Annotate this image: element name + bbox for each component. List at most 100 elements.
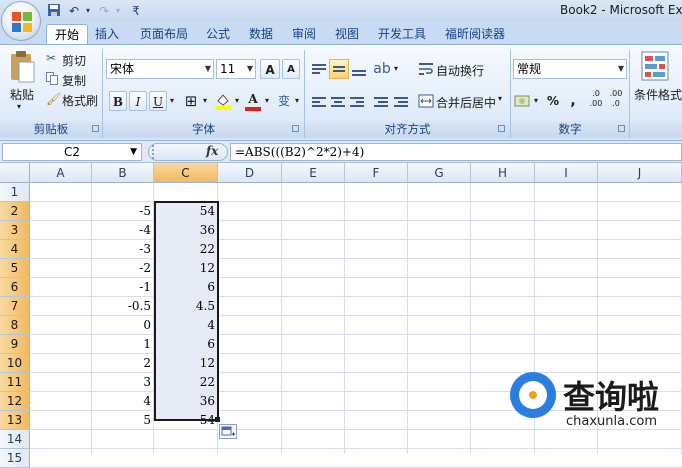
tab-review[interactable]: 审阅 <box>286 24 322 44</box>
column-header-e[interactable]: E <box>282 163 345 183</box>
tab-view[interactable]: 视图 <box>330 24 364 44</box>
column-header-j[interactable]: J <box>598 163 682 183</box>
clipboard-launcher-icon[interactable] <box>92 125 99 132</box>
number-launcher-icon[interactable] <box>618 125 625 132</box>
tab-formulas[interactable]: 公式 <box>200 24 236 44</box>
font-launcher-icon[interactable] <box>292 125 299 132</box>
paste-icon[interactable] <box>8 50 36 84</box>
grow-font-button[interactable]: A <box>260 59 280 79</box>
row-header-10[interactable]: 10 <box>0 354 30 373</box>
align-top-icon[interactable] <box>310 59 328 79</box>
copy-button[interactable]: 复制 <box>62 72 86 89</box>
tab-page-layout[interactable]: 页面布局 <box>134 24 194 44</box>
row-header-4[interactable]: 4 <box>0 240 30 259</box>
phonetic-dropdown-icon[interactable]: ▾ <box>293 91 301 111</box>
fill-handle[interactable] <box>215 417 220 422</box>
customize-quick-access-icon[interactable]: ₹ <box>128 3 144 19</box>
name-box[interactable]: C2 ▼ <box>2 143 142 161</box>
cell-b3[interactable]: -4 <box>92 221 154 240</box>
cell-b6[interactable]: -1 <box>92 278 154 297</box>
row-header-3[interactable]: 3 <box>0 221 30 240</box>
accounting-dropdown-icon[interactable]: ▾ <box>532 91 540 111</box>
merge-dropdown-icon[interactable]: ▾ <box>498 94 502 103</box>
comma-style-button[interactable]: , <box>565 91 581 111</box>
row-header-12[interactable]: 12 <box>0 392 30 411</box>
format-painter-button[interactable]: 格式刷 <box>62 92 98 109</box>
wrap-text-icon[interactable] <box>418 61 434 77</box>
cell-b10[interactable]: 2 <box>92 354 154 373</box>
save-icon[interactable] <box>46 3 62 19</box>
tab-developer[interactable]: 开发工具 <box>372 24 432 44</box>
align-bottom-icon[interactable] <box>350 59 368 79</box>
decrease-indent-icon[interactable] <box>372 91 390 111</box>
row-header-8[interactable]: 8 <box>0 316 30 335</box>
percent-style-button[interactable]: % <box>543 91 563 111</box>
fill-color-icon[interactable] <box>214 92 232 110</box>
align-right-icon[interactable] <box>348 91 366 111</box>
underline-button[interactable]: U <box>149 91 167 111</box>
cell-b12[interactable]: 4 <box>92 392 154 411</box>
cell-b7[interactable]: -0.5 <box>92 297 154 316</box>
row-header-6[interactable]: 6 <box>0 278 30 297</box>
paste-button[interactable]: 粘贴 <box>10 86 34 103</box>
font-color-icon[interactable]: A <box>244 91 262 111</box>
orientation-icon[interactable]: ab <box>372 59 392 79</box>
bold-button[interactable]: B <box>109 91 127 111</box>
cut-button[interactable]: 剪切 <box>62 52 86 69</box>
italic-button[interactable]: I <box>129 91 147 111</box>
column-header-c[interactable]: C <box>154 163 218 183</box>
undo-dropdown-icon[interactable]: ▾ <box>80 3 96 19</box>
alignment-launcher-icon[interactable] <box>498 125 505 132</box>
resize-handle-icon[interactable] <box>152 145 164 159</box>
row-header-13[interactable]: 13 <box>0 411 30 430</box>
column-header-g[interactable]: G <box>408 163 471 183</box>
column-header-f[interactable]: F <box>345 163 408 183</box>
formula-input[interactable]: =ABS(((B2)^2*2)+4) <box>230 143 682 161</box>
border-icon[interactable]: ⊞ <box>182 91 200 111</box>
tab-insert[interactable]: 插入 <box>90 24 124 44</box>
font-color-dropdown-icon[interactable]: ▾ <box>262 91 272 111</box>
column-header-b[interactable]: B <box>92 163 154 183</box>
insert-function-button[interactable]: fx <box>206 144 218 158</box>
tab-data[interactable]: 数据 <box>244 24 278 44</box>
conditional-formatting-button[interactable]: 条件格式 <box>634 86 682 103</box>
tab-home[interactable]: 开始 <box>46 24 88 45</box>
format-painter-icon[interactable]: 🖌 <box>46 92 61 106</box>
accounting-format-icon[interactable] <box>514 93 532 109</box>
redo-dropdown-icon[interactable]: ▾ <box>110 3 126 19</box>
cell-b2[interactable]: -5 <box>92 202 154 221</box>
shrink-font-button[interactable]: A <box>282 59 300 79</box>
orientation-dropdown-icon[interactable]: ▾ <box>392 59 400 79</box>
auto-fill-options-button[interactable] <box>219 424 237 439</box>
border-dropdown-icon[interactable]: ▾ <box>200 91 210 111</box>
row-header-14[interactable]: 14 <box>0 430 30 449</box>
merge-center-button[interactable]: 合并后居中 <box>436 94 496 111</box>
row-header-1[interactable]: 1 <box>0 183 30 202</box>
paste-dropdown-icon[interactable]: ▾ <box>17 102 21 111</box>
decrease-decimal-button[interactable]: .00 .0 <box>606 89 626 109</box>
row-header-5[interactable]: 5 <box>0 259 30 278</box>
row-header-2[interactable]: 2 <box>0 202 30 221</box>
cell-b5[interactable]: -2 <box>92 259 154 278</box>
select-all-corner[interactable] <box>0 163 30 183</box>
align-middle-icon[interactable] <box>329 59 349 79</box>
row-header-15[interactable]: 15 <box>0 449 30 468</box>
cell-b8[interactable]: 0 <box>92 316 154 335</box>
copy-icon[interactable] <box>46 72 58 85</box>
increase-indent-icon[interactable] <box>392 91 410 111</box>
underline-dropdown-icon[interactable]: ▾ <box>167 91 177 111</box>
increase-decimal-button[interactable]: .0 .00 <box>586 89 606 109</box>
number-format-combo[interactable]: 常规 ▼ <box>513 59 627 79</box>
cell-b11[interactable]: 3 <box>92 373 154 392</box>
column-header-a[interactable]: A <box>30 163 92 183</box>
align-left-icon[interactable] <box>310 91 328 111</box>
cell-b4[interactable]: -3 <box>92 240 154 259</box>
font-name-combo[interactable]: 宋体 ▼ <box>106 59 214 79</box>
merge-center-icon[interactable] <box>418 93 434 109</box>
row-header-11[interactable]: 11 <box>0 373 30 392</box>
tab-foxit-reader[interactable]: 福昕阅读器 <box>440 24 510 44</box>
column-header-i[interactable]: I <box>535 163 598 183</box>
phonetic-guide-icon[interactable]: 变 <box>274 91 294 111</box>
column-header-d[interactable]: D <box>218 163 282 183</box>
wrap-text-button[interactable]: 自动换行 <box>436 62 484 79</box>
